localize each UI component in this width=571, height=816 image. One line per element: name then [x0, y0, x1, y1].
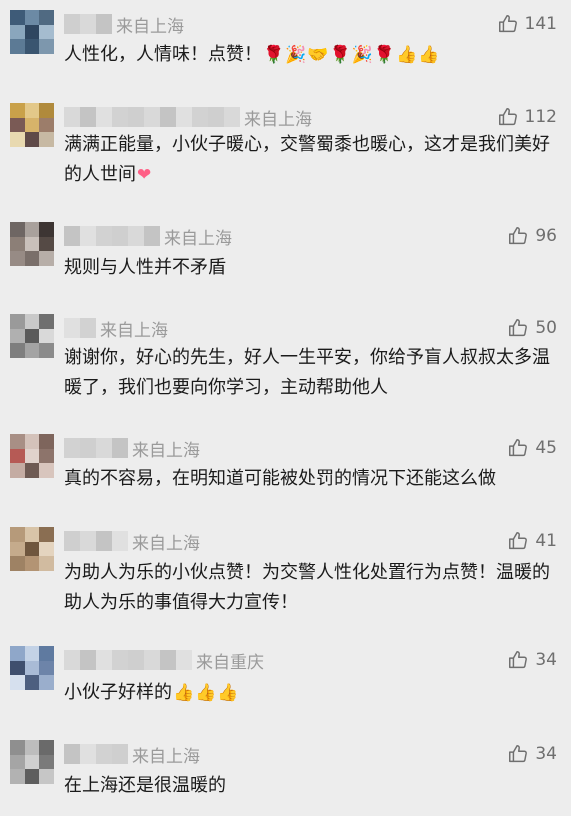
- avatar[interactable]: [10, 103, 54, 147]
- comment-location: 来自上海: [132, 746, 200, 767]
- like-button[interactable]: 96: [507, 223, 557, 249]
- like-button[interactable]: 34: [507, 647, 557, 673]
- comment-location: 来自上海: [164, 228, 232, 249]
- emoji-icon: 🤝: [307, 45, 329, 65]
- thumbs-up-icon: [507, 743, 529, 765]
- emoji-icon: 🎉: [285, 45, 307, 65]
- like-button[interactable]: 34: [507, 741, 557, 767]
- thumbs-up-icon: [507, 317, 529, 339]
- avatar[interactable]: [10, 10, 54, 54]
- comment-body: 真的不容易，在明知道可能被处罚的情况下还能这么做: [64, 468, 496, 489]
- like-count: 50: [535, 318, 557, 338]
- like-count: 34: [535, 744, 557, 764]
- blurred-username: [64, 14, 112, 34]
- comment-text: 人性化，人情味！点赞！🌹🎉🤝🌹🎉🌹👍👍: [64, 40, 564, 70]
- thumbs-up-icon: [507, 225, 529, 247]
- blurred-username: [64, 107, 240, 127]
- like-count: 141: [524, 14, 557, 34]
- like-count: 96: [535, 226, 557, 246]
- comment-author[interactable]: 来自上海: [64, 317, 168, 341]
- emoji-icon: 👍: [217, 683, 239, 703]
- emoji-icon: 🌹: [263, 45, 285, 65]
- blurred-username: [64, 318, 96, 338]
- avatar[interactable]: [10, 646, 54, 690]
- like-count: 34: [535, 650, 557, 670]
- like-count: 112: [524, 107, 557, 127]
- emoji-icon: 🌹: [329, 45, 351, 65]
- comment-text: 满满正能量，小伙子暖心，交警蜀黍也暖心，这才是我们美好的人世间❤: [64, 130, 564, 190]
- avatar[interactable]: [10, 314, 54, 358]
- comment-location: 来自重庆: [196, 652, 264, 673]
- comment-body: 为助人为乐的小伙点赞！为交警人性化处置行为点赞！温暖的助人为乐的事值得大力宣传！: [64, 562, 550, 613]
- comment-author[interactable]: 来自上海: [64, 13, 184, 37]
- comment-body: 小伙子好样的: [64, 682, 172, 703]
- comment-author[interactable]: 来自上海: [64, 225, 232, 249]
- comment-location: 来自上海: [132, 533, 200, 554]
- emoji-icon: 👍: [396, 45, 418, 65]
- blurred-username: [64, 650, 192, 670]
- like-button[interactable]: 41: [507, 528, 557, 554]
- comment-location: 来自上海: [132, 440, 200, 461]
- like-button[interactable]: 141: [497, 11, 557, 37]
- emoji-icon: 🌹: [373, 45, 396, 65]
- thumbs-up-icon: [507, 530, 529, 552]
- emoji-icon: 👍: [418, 45, 440, 65]
- comment-text: 谢谢你，好心的先生，好人一生平安，你给予盲人叔叔太多温暖了，我们也要向你学习，主…: [64, 343, 564, 403]
- avatar[interactable]: [10, 222, 54, 266]
- comment-author[interactable]: 来自重庆: [64, 649, 264, 673]
- avatar[interactable]: [10, 740, 54, 784]
- thumbs-up-icon: [497, 106, 519, 128]
- like-button[interactable]: 45: [507, 435, 557, 461]
- comment-text: 规则与人性并不矛盾: [64, 253, 564, 283]
- blurred-username: [64, 531, 128, 551]
- emoji-icon: ❤: [137, 165, 152, 185]
- comment-author[interactable]: 来自上海: [64, 530, 200, 554]
- blurred-username: [64, 744, 128, 764]
- comment-location: 来自上海: [116, 16, 184, 37]
- emoji-icon: 👍: [173, 683, 195, 703]
- comment-body: 规则与人性并不矛盾: [64, 257, 226, 278]
- comment-author[interactable]: 来自上海: [64, 437, 200, 461]
- comment-location: 来自上海: [244, 109, 312, 130]
- thumbs-up-icon: [507, 437, 529, 459]
- like-count: 41: [535, 531, 557, 551]
- emoji-icon: 🎉: [351, 45, 373, 65]
- comment-body: 人性化，人情味！点赞！: [64, 44, 262, 65]
- comment-author[interactable]: 来自上海: [64, 743, 200, 767]
- comment-text: 真的不容易，在明知道可能被处罚的情况下还能这么做: [64, 464, 564, 494]
- like-count: 45: [535, 438, 557, 458]
- avatar[interactable]: [10, 434, 54, 478]
- avatar[interactable]: [10, 527, 54, 571]
- comment-location: 来自上海: [100, 320, 168, 341]
- thumbs-up-icon: [497, 13, 519, 35]
- blurred-username: [64, 438, 128, 458]
- like-button[interactable]: 50: [507, 315, 557, 341]
- comment-text: 小伙子好样的👍👍👍: [64, 678, 564, 708]
- comment-text: 为助人为乐的小伙点赞！为交警人性化处置行为点赞！温暖的助人为乐的事值得大力宣传！: [64, 558, 564, 618]
- thumbs-up-icon: [507, 649, 529, 671]
- blurred-username: [64, 226, 160, 246]
- emoji-icon: 👍: [195, 683, 217, 703]
- comment-text: 在上海还是很温暖的: [64, 771, 564, 801]
- comment-body: 谢谢你，好心的先生，好人一生平安，你给予盲人叔叔太多温暖了，我们也要向你学习，主…: [64, 347, 550, 398]
- like-button[interactable]: 112: [497, 104, 557, 130]
- comment-body: 在上海还是很温暖的: [64, 775, 226, 796]
- comment-author[interactable]: 来自上海: [64, 106, 312, 130]
